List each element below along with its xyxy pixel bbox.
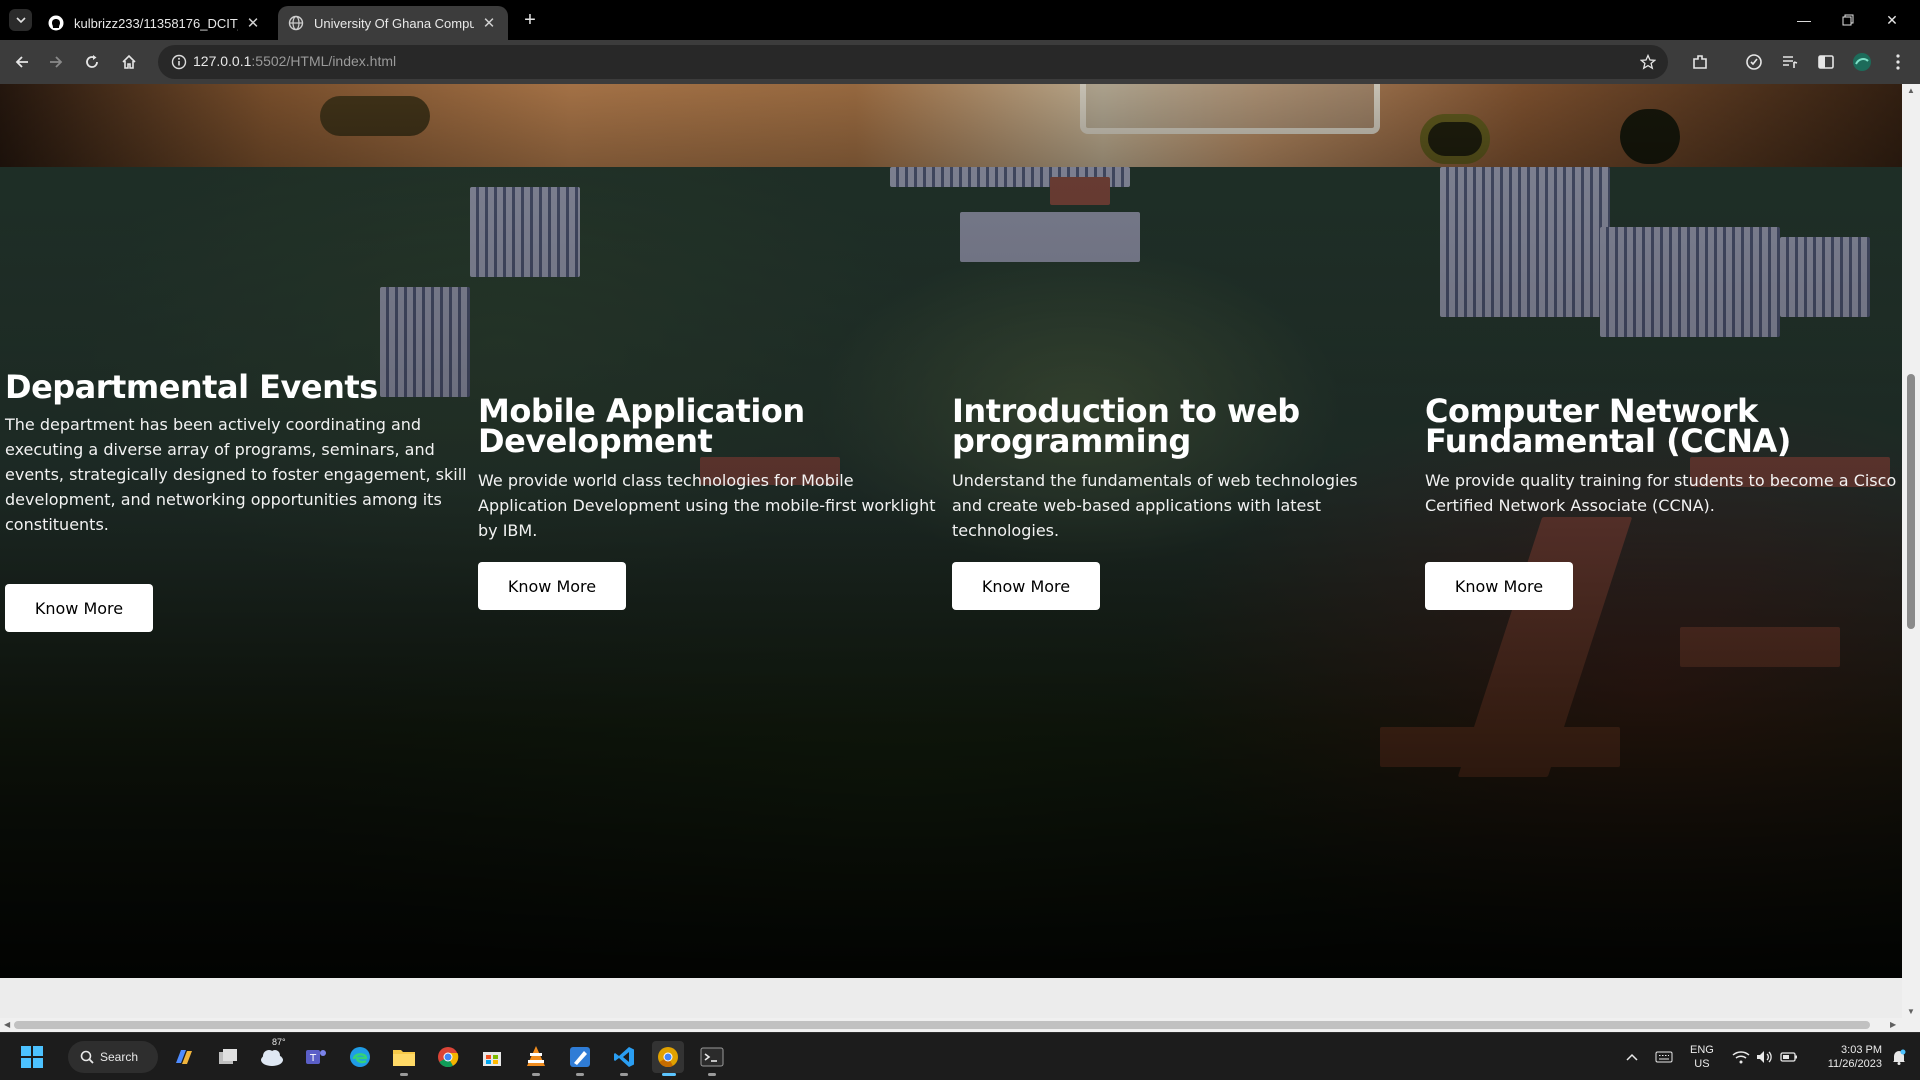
windows-taskbar: Search 87° T ENG US 3:03 PM 11/26/2023	[0, 1032, 1920, 1080]
vertical-scroll-thumb[interactable]	[1907, 374, 1915, 629]
svg-text:T: T	[309, 1053, 317, 1064]
system-clock[interactable]: 3:03 PM 11/26/2023	[1810, 1043, 1882, 1071]
browser-tab-university[interactable]: University Of Ghana Computer ✕	[278, 6, 508, 40]
card-title: Introduction to web programming	[952, 392, 1300, 460]
know-more-button-events[interactable]: Know More	[5, 584, 153, 632]
clock-date: 11/26/2023	[1827, 1058, 1882, 1070]
paint-icon[interactable]	[564, 1041, 596, 1076]
chevron-down-icon	[15, 17, 26, 24]
card-web-programming: Introduction to web programming Understa…	[952, 392, 1392, 543]
page-viewport: Departmental Events The department has b…	[0, 84, 1902, 1018]
know-more-button-mobile[interactable]: Know More	[478, 562, 626, 610]
page-bottom-area	[0, 978, 1902, 1018]
site-info-icon[interactable]	[170, 53, 188, 71]
extension-puzzle-icon[interactable]	[1740, 48, 1768, 76]
card-title: Departmental Events	[5, 368, 378, 406]
globe-icon	[288, 15, 304, 31]
card-description: We provide world class technologies for …	[478, 471, 936, 540]
tab-title: University Of Ghana Computer	[314, 15, 474, 31]
card-departmental-events: Departmental Events The department has b…	[5, 368, 473, 537]
scroll-down-icon[interactable]: ▼	[1907, 1007, 1915, 1016]
horizontal-scrollbar[interactable]: ◀ ▶	[0, 1018, 1902, 1032]
horizontal-scroll-thumb[interactable]	[14, 1021, 1870, 1029]
volume-icon[interactable]	[1752, 1041, 1778, 1073]
url-host: 127.0.0.1	[193, 53, 252, 69]
robot-kit-image	[0, 84, 1902, 167]
battery-icon[interactable]	[1776, 1041, 1802, 1073]
keyboard-icon[interactable]	[1650, 1041, 1678, 1073]
scroll-left-icon[interactable]: ◀	[4, 1020, 10, 1029]
know-more-button-web[interactable]: Know More	[952, 562, 1100, 610]
teams-icon[interactable]: T	[300, 1041, 332, 1073]
card-description: Understand the fundamentals of web techn…	[952, 471, 1358, 540]
image-shade	[0, 84, 1902, 167]
close-tab-icon[interactable]: ✕	[480, 14, 498, 32]
vlc-icon[interactable]	[520, 1041, 552, 1076]
chrome-canary-icon[interactable]	[652, 1041, 684, 1076]
vscode-icon[interactable]	[608, 1041, 640, 1076]
card-description: We provide quality training for students…	[1425, 471, 1897, 515]
terminal-icon[interactable]	[696, 1041, 728, 1076]
campus-overlay	[0, 167, 1902, 978]
know-more-button-ccna[interactable]: Know More	[1425, 562, 1573, 610]
menu-kebab-icon[interactable]	[1884, 48, 1912, 76]
card-title: Computer Network Fundamental (CCNA)	[1425, 392, 1791, 460]
side-panel-icon[interactable]	[1812, 48, 1840, 76]
tray-overflow-chevron-icon[interactable]	[1618, 1041, 1646, 1073]
profile-avatar[interactable]	[1848, 48, 1876, 76]
browser-toolbar: 127.0.0.1:5502/HTML/index.html	[0, 40, 1920, 84]
vertical-scrollbar[interactable]: ▲ ▼	[1902, 84, 1920, 1018]
tab-title: kulbrizz233/11358176_DCIT_205	[74, 15, 238, 31]
language-code: ENG	[1690, 1044, 1714, 1056]
card-ccna: Computer Network Fundamental (CCNA) We p…	[1425, 392, 1900, 518]
url-text: 127.0.0.1:5502/HTML/index.html	[193, 53, 396, 69]
windows-start-icon[interactable]	[16, 1041, 48, 1073]
region-code: US	[1694, 1058, 1710, 1070]
browser-tab-github[interactable]: kulbrizz233/11358176_DCIT_205 ✕	[38, 6, 272, 40]
media-control-icon[interactable]	[1776, 48, 1804, 76]
card-title: Mobile Application Development	[478, 392, 805, 460]
copilot-icon[interactable]	[168, 1041, 200, 1073]
scrollbar-corner	[1902, 1018, 1920, 1032]
reload-icon[interactable]	[78, 48, 106, 76]
campus-background-image	[0, 167, 1902, 978]
new-tab-button[interactable]: +	[518, 8, 542, 32]
chrome-icon[interactable]	[432, 1041, 464, 1073]
card-description: The department has been actively coordin…	[5, 415, 467, 534]
url-path: :5502/HTML/index.html	[251, 53, 397, 69]
extensions-icon[interactable]	[1686, 48, 1714, 76]
close-window-icon[interactable]: ✕	[1870, 6, 1914, 34]
notification-bell-icon[interactable]	[1886, 1041, 1912, 1073]
scroll-right-icon[interactable]: ▶	[1890, 1020, 1896, 1029]
minimize-icon[interactable]: —	[1782, 6, 1826, 34]
address-bar[interactable]: 127.0.0.1:5502/HTML/index.html	[158, 45, 1668, 79]
weather-temperature: 87°	[272, 1037, 286, 1047]
forward-icon[interactable]	[42, 48, 70, 76]
wifi-icon[interactable]	[1728, 1041, 1754, 1073]
back-icon[interactable]	[8, 48, 36, 76]
scroll-up-icon[interactable]: ▲	[1907, 86, 1915, 95]
github-icon	[48, 15, 64, 31]
restore-icon[interactable]	[1826, 6, 1870, 34]
search-icon	[80, 1050, 94, 1064]
tab-strip: kulbrizz233/11358176_DCIT_205 ✕ Universi…	[0, 0, 1920, 40]
taskbar-search-button[interactable]: Search	[68, 1041, 158, 1073]
close-tab-icon[interactable]: ✕	[244, 14, 262, 32]
store-icon[interactable]	[476, 1041, 508, 1073]
file-explorer-icon[interactable]	[388, 1041, 420, 1076]
task-view-icon[interactable]	[212, 1041, 244, 1073]
home-icon[interactable]	[115, 48, 143, 76]
edge-icon[interactable]	[344, 1041, 376, 1073]
tab-search-button[interactable]	[9, 9, 32, 31]
card-mobile-app-dev: Mobile Application Development We provid…	[478, 392, 946, 543]
bookmark-star-icon[interactable]	[1638, 52, 1658, 72]
search-label: Search	[100, 1050, 139, 1064]
input-language[interactable]: ENG US	[1690, 1043, 1714, 1071]
clock-time: 3:03 PM	[1841, 1044, 1882, 1056]
